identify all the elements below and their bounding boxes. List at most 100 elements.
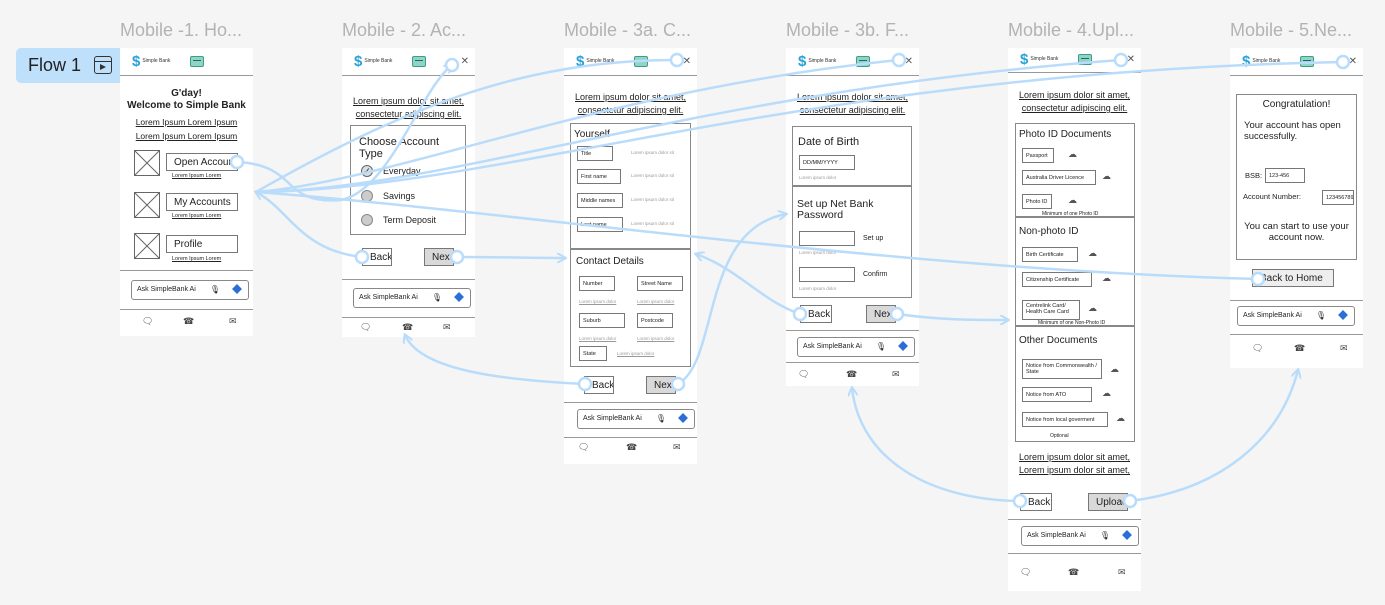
photo-id-button[interactable]: Photo ID bbox=[1022, 194, 1052, 209]
upload-cloud-icon[interactable]: ☁ bbox=[1102, 273, 1111, 284]
upload-button[interactable]: Uploac bbox=[1088, 493, 1128, 511]
ato-notice-button[interactable]: Notice from ATO bbox=[1022, 387, 1092, 402]
card-icon[interactable] bbox=[634, 56, 648, 67]
flow-1-badge[interactable]: Flow 1 bbox=[16, 48, 120, 83]
ask-ai-input[interactable]: Ask SimpleBank Ai 🎙 bbox=[1237, 306, 1355, 326]
next-button[interactable]: Nex bbox=[424, 248, 454, 266]
microphone-icon[interactable]: 🎙 bbox=[656, 414, 666, 423]
phone-icon[interactable]: ☎ bbox=[183, 316, 194, 327]
frame-title-password[interactable]: Mobile - 3b. F... bbox=[786, 20, 909, 41]
card-icon[interactable] bbox=[856, 56, 870, 67]
birth-certificate-button[interactable]: Birth Certificate bbox=[1022, 247, 1078, 262]
postcode-input[interactable]: Postcode bbox=[637, 313, 673, 328]
phone-icon[interactable]: ☎ bbox=[846, 369, 857, 380]
card-icon[interactable] bbox=[1300, 56, 1314, 67]
mail-icon[interactable]: ✉ bbox=[673, 442, 681, 453]
mail-icon[interactable]: ✉ bbox=[1118, 567, 1126, 578]
simple-bank-logo[interactable]: $ Simple Bank bbox=[354, 54, 392, 69]
local-government-notice-button[interactable]: Notice from local goverment bbox=[1022, 412, 1108, 427]
microphone-icon[interactable]: 🎙 bbox=[432, 293, 442, 302]
term-deposit-radio[interactable] bbox=[361, 214, 373, 226]
upload-cloud-icon[interactable]: ☁ bbox=[1110, 364, 1119, 375]
passport-button[interactable]: Passport bbox=[1022, 148, 1054, 163]
upload-cloud-icon[interactable]: ☁ bbox=[1068, 195, 1077, 206]
my-accounts-button[interactable]: My Accounts bbox=[166, 193, 238, 211]
password-setup-input[interactable] bbox=[799, 231, 855, 246]
first-name-input[interactable]: First name bbox=[577, 169, 621, 184]
upload-cloud-icon[interactable]: ☁ bbox=[1088, 248, 1097, 259]
upload-cloud-icon[interactable]: ☁ bbox=[1102, 388, 1111, 399]
driver-licence-button[interactable]: Australia Driver Licence bbox=[1022, 170, 1096, 185]
back-button[interactable]: Back bbox=[800, 305, 832, 323]
chat-icon[interactable]: 🗨 bbox=[142, 316, 153, 327]
ai-sparkle-icon[interactable] bbox=[454, 292, 464, 302]
close-icon[interactable]: ✕ bbox=[461, 56, 469, 67]
password-confirm-input[interactable] bbox=[799, 267, 855, 282]
back-button[interactable]: Back bbox=[584, 376, 614, 394]
microphone-icon[interactable]: 🎙 bbox=[210, 285, 220, 294]
phone-icon[interactable]: ☎ bbox=[1068, 567, 1079, 578]
simple-bank-logo[interactable]: $ Simple Bank bbox=[798, 54, 836, 69]
title-input[interactable]: Title bbox=[577, 146, 613, 161]
dob-input[interactable]: DD/MM/YYYY bbox=[799, 155, 855, 170]
frame-title-new-account[interactable]: Mobile - 5.Ne... bbox=[1230, 20, 1352, 41]
ai-sparkle-icon[interactable] bbox=[1338, 310, 1348, 320]
everyday-radio[interactable]: ✓ bbox=[361, 165, 373, 177]
ask-ai-input[interactable]: Ask SimpleBank Ai 🎙 bbox=[577, 409, 695, 429]
street-name-input[interactable]: Street Name bbox=[637, 276, 683, 291]
last-name-input[interactable]: Last name bbox=[577, 217, 623, 232]
commonwealth-notice-button[interactable]: Notice from Commonwealth / State bbox=[1022, 359, 1102, 379]
chat-icon[interactable]: 🗨 bbox=[1020, 567, 1031, 578]
mail-icon[interactable]: ✉ bbox=[892, 369, 900, 380]
back-button[interactable]: Back bbox=[362, 248, 392, 266]
chat-icon[interactable]: 🗨 bbox=[578, 442, 589, 453]
back-button[interactable]: Back bbox=[1020, 493, 1052, 511]
frame-title-upload[interactable]: Mobile - 4.Upl... bbox=[1008, 20, 1134, 41]
profile-button[interactable]: Profile bbox=[166, 235, 238, 253]
ask-ai-input[interactable]: Ask SimpleBank Ai 🎙 bbox=[131, 280, 249, 300]
card-icon[interactable] bbox=[412, 56, 426, 67]
microphone-icon[interactable]: 🎙 bbox=[876, 342, 886, 351]
ask-ai-input[interactable]: Ask SimpleBank Ai 🎙 bbox=[353, 288, 471, 308]
mail-icon[interactable]: ✉ bbox=[1340, 343, 1348, 354]
simple-bank-logo[interactable]: $ Simple Bank bbox=[1242, 54, 1280, 69]
street-number-input[interactable]: Number bbox=[579, 276, 615, 291]
close-icon[interactable]: ✕ bbox=[1349, 56, 1357, 67]
upload-cloud-icon[interactable]: ☁ bbox=[1102, 171, 1111, 182]
mail-icon[interactable]: ✉ bbox=[443, 322, 451, 333]
microphone-icon[interactable]: 🎙 bbox=[1100, 531, 1110, 540]
card-icon[interactable] bbox=[190, 56, 204, 67]
back-to-home-button[interactable]: Back to Home bbox=[1252, 269, 1334, 287]
simple-bank-logo[interactable]: $ Simple Bank bbox=[132, 54, 170, 69]
ai-sparkle-icon[interactable] bbox=[678, 413, 688, 423]
phone-icon[interactable]: ☎ bbox=[626, 442, 637, 453]
ask-ai-input[interactable]: Ask SimpleBank Ai 🎙 bbox=[1021, 526, 1139, 546]
suburb-input[interactable]: Suburb bbox=[579, 313, 625, 328]
close-icon[interactable]: ✕ bbox=[683, 56, 691, 67]
upload-cloud-icon[interactable]: ☁ bbox=[1116, 413, 1125, 424]
simple-bank-logo[interactable]: $ Simple Bank bbox=[1020, 52, 1058, 67]
close-icon[interactable]: ✕ bbox=[905, 56, 913, 67]
phone-icon[interactable]: ☎ bbox=[402, 322, 413, 333]
card-icon[interactable] bbox=[1078, 54, 1092, 65]
ai-sparkle-icon[interactable] bbox=[1122, 530, 1132, 540]
state-select[interactable]: State bbox=[579, 346, 607, 361]
next-button[interactable]: Nex bbox=[866, 305, 896, 323]
citizenship-certificate-button[interactable]: Citizenship Certificate bbox=[1022, 272, 1092, 287]
mail-icon[interactable]: ✉ bbox=[229, 316, 237, 327]
ai-sparkle-icon[interactable] bbox=[898, 341, 908, 351]
present-flow-icon[interactable] bbox=[94, 56, 112, 74]
close-icon[interactable]: ✕ bbox=[1127, 54, 1135, 65]
chat-icon[interactable]: 🗨 bbox=[798, 369, 809, 380]
middle-names-input[interactable]: Middle names bbox=[577, 193, 623, 208]
ask-ai-input[interactable]: Ask SimpleBank Ai 🎙 bbox=[797, 337, 915, 357]
next-button[interactable]: Nex bbox=[646, 376, 676, 394]
frame-title-home[interactable]: Mobile -1. Ho... bbox=[120, 20, 242, 41]
frame-title-account-type[interactable]: Mobile - 2. Ac... bbox=[342, 20, 466, 41]
savings-radio[interactable] bbox=[361, 190, 373, 202]
ai-sparkle-icon[interactable] bbox=[232, 284, 242, 294]
frame-title-contact[interactable]: Mobile - 3a. C... bbox=[564, 20, 691, 41]
chat-icon[interactable]: 🗨 bbox=[1252, 343, 1263, 354]
chat-icon[interactable]: 🗨 bbox=[360, 322, 371, 333]
upload-cloud-icon[interactable]: ☁ bbox=[1068, 149, 1077, 160]
